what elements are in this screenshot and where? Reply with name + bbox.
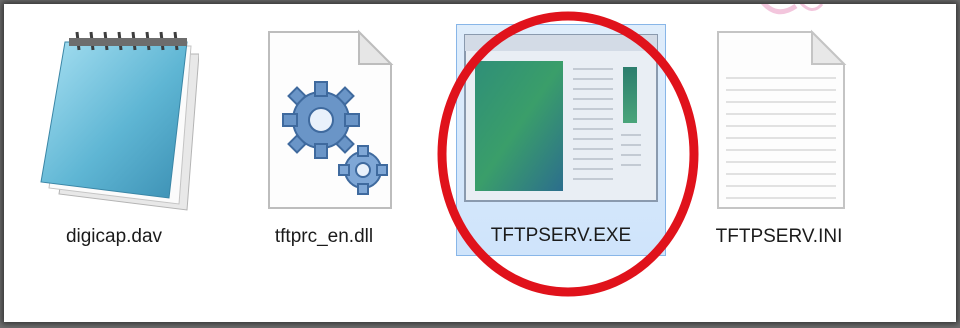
file-item-digicap[interactable]: digicap.dav [29,14,199,264]
file-item-tftpserv-ini[interactable]: TFTPSERV.INI [694,14,864,264]
file-item-tftprc-dll[interactable]: tftprc_en.dll [239,14,409,264]
file-item-tftpserv-exe[interactable]: TFTPSERV.EXE [456,24,666,256]
file-explorer-view: digicap.dav tftprc_en.dll TFTPSERV.EXE T… [4,4,956,322]
exe-window-icon [464,34,658,202]
dll-gears-icon [268,29,394,209]
notepad-icon [40,31,199,211]
ini-text-file-icon [717,29,847,209]
file-name-label: tftprc_en.dll [274,226,374,247]
file-name-label: TFTPSERV.EXE [490,225,632,246]
file-name-label: digicap.dav [65,226,163,247]
file-name-label: TFTPSERV.INI [715,226,843,247]
